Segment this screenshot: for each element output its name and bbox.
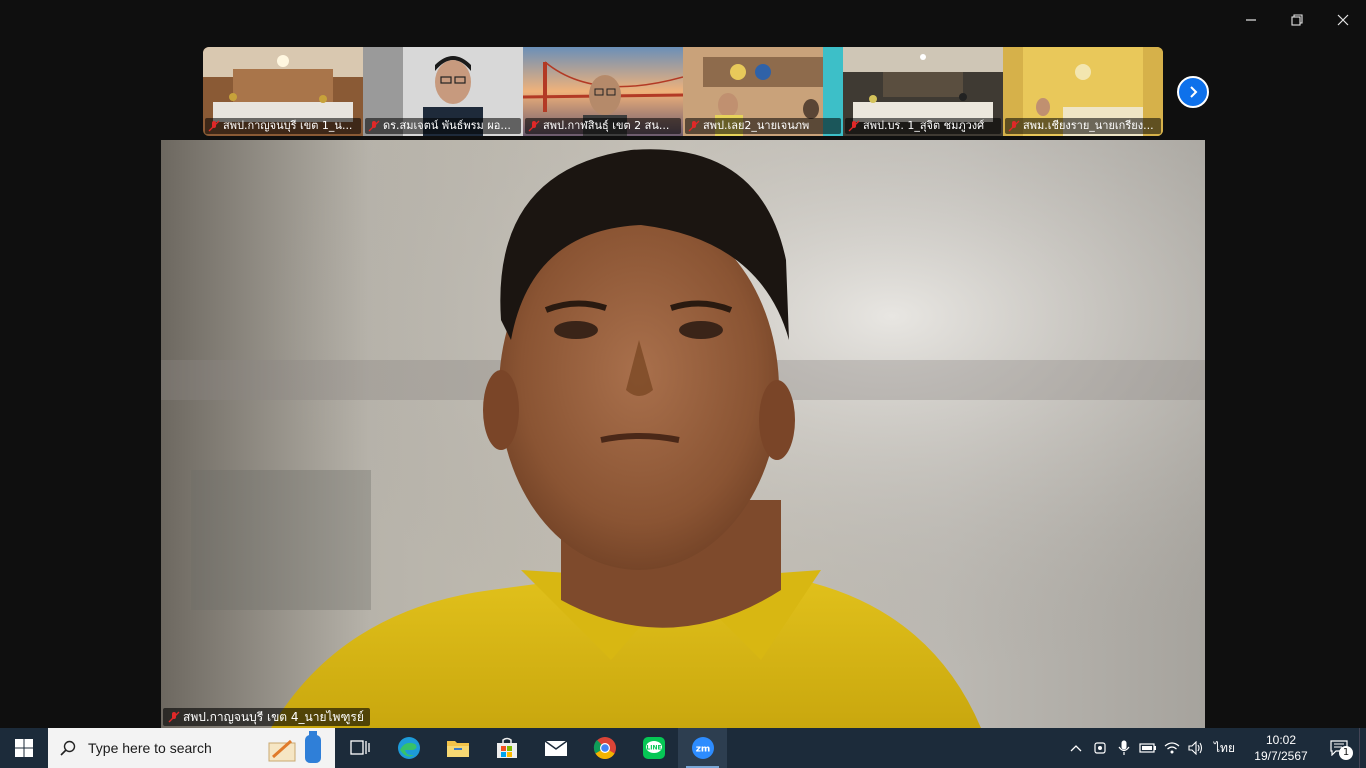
mail-button[interactable] (531, 728, 580, 768)
next-page-button[interactable] (1177, 76, 1209, 108)
speaker-name-label: สพป.กาญจนบุรี เขต 4_นายไพฑูรย์ (163, 708, 370, 726)
restore-button[interactable] (1274, 0, 1320, 40)
participant-strip: สพป.กาญจนบุรี เขต 1_น... ดร.สมเจตน์ พันธ… (203, 47, 1163, 136)
search-placeholder: Type here to search (88, 740, 212, 756)
mic-muted-icon (528, 120, 540, 132)
start-button[interactable] (0, 728, 48, 768)
mic-muted-icon (368, 120, 380, 132)
line-icon: LINE (642, 737, 665, 759)
window-controls (1228, 0, 1366, 40)
participant-name: สพม.เชียงราย_นายเกรียง... (1005, 118, 1161, 134)
participant-name: ดร.สมเจตน์ พันธ์พรม ผอ... (365, 118, 521, 134)
restore-icon (1291, 14, 1303, 26)
participant-name-text: สพป.กาฬสินธุ์ เขต 2 สน... (543, 119, 670, 132)
system-tray: ไทย 10:02 19/7/2567 1 (1064, 728, 1366, 768)
participant-name: สพป.กาฬสินธุ์ เขต 2 สน... (525, 118, 681, 134)
show-desktop-button[interactable] (1359, 728, 1366, 768)
wifi-icon (1164, 742, 1180, 754)
chevron-right-icon (1190, 86, 1198, 98)
participant-name-text: ดร.สมเจตน์ พันธ์พรม ผอ... (383, 119, 511, 132)
participant-name-text: สพม.เชียงราย_นายเกรียง... (1023, 119, 1154, 132)
battery-button[interactable] (1136, 728, 1160, 768)
participant-tile[interactable]: สพป.เลย2_นายเจนภพ (683, 47, 843, 136)
close-icon (1337, 14, 1349, 26)
participant-tile[interactable]: ดร.สมเจตน์ พันธ์พรม ผอ... (363, 47, 523, 136)
speaker-icon (1188, 741, 1203, 755)
microphone-icon (1118, 740, 1130, 755)
taskbar-search-box[interactable]: Type here to search (48, 728, 335, 768)
mic-muted-icon (168, 711, 180, 723)
participant-tile[interactable]: สพป.บร. 1_สุจิต ชมภูวงศ์ (843, 47, 1003, 136)
chrome-button[interactable] (580, 728, 629, 768)
zoom-icon: zm (691, 737, 714, 759)
participant-name: สพป.บร. 1_สุจิต ชมภูวงศ์ (845, 118, 1001, 134)
store-icon (496, 737, 517, 758)
participant-name-text: สพป.กาญจนบุรี เขต 1_น... (223, 119, 353, 132)
clock-button[interactable]: 10:02 19/7/2567 (1243, 732, 1319, 764)
meet-now-button[interactable] (1088, 728, 1112, 768)
clock-time: 10:02 (1265, 733, 1297, 747)
mail-icon (544, 740, 567, 756)
svg-text:LINE: LINE (646, 745, 661, 752)
mic-muted-icon (1008, 120, 1020, 132)
search-icon (60, 740, 76, 756)
edge-button[interactable] (384, 728, 433, 768)
store-button[interactable] (482, 728, 531, 768)
participant-name-text: สพป.เลย2_นายเจนภพ (703, 119, 810, 132)
mic-muted-icon (688, 120, 700, 132)
action-center-button[interactable]: 1 (1319, 728, 1359, 768)
chevron-up-icon (1070, 745, 1082, 752)
zoom-button[interactable]: zm (678, 728, 727, 768)
edge-icon (397, 737, 420, 759)
participant-name: สพป.เลย2_นายเจนภพ (685, 118, 841, 134)
volume-button[interactable] (1184, 728, 1208, 768)
participant-tile[interactable]: สพป.กาญจนบุรี เขต 1_น... (203, 47, 363, 136)
webcam-icon (1094, 742, 1106, 754)
participant-name-text: สพป.บร. 1_สุจิต ชมภูวงศ์ (863, 119, 985, 132)
battery-icon (1139, 743, 1157, 753)
line-button[interactable]: LINE (629, 728, 678, 768)
participant-name: สพป.กาญจนบุรี เขต 1_น... (205, 118, 361, 134)
show-hidden-icons-button[interactable] (1064, 728, 1088, 768)
task-view-button[interactable] (335, 728, 384, 768)
active-speaker-video: สพป.กาญจนบุรี เขต 4_นายไพฑูรย์ (161, 140, 1205, 728)
microphone-tray-button[interactable] (1112, 728, 1136, 768)
speaker-video-frame (161, 140, 1205, 728)
mic-muted-icon (848, 120, 860, 132)
task-view-icon (349, 740, 370, 755)
network-button[interactable] (1160, 728, 1184, 768)
minimize-icon (1246, 19, 1256, 21)
speaker-name-text: สพป.กาญจนบุรี เขต 4_นายไพฑูรย์ (183, 710, 364, 724)
close-button[interactable] (1320, 0, 1366, 40)
chrome-icon (593, 737, 616, 759)
svg-text:zm: zm (695, 745, 710, 755)
participant-tile[interactable]: สพป.กาฬสินธุ์ เขต 2 สน... (523, 47, 683, 136)
file-explorer-button[interactable] (433, 728, 482, 768)
participant-tile[interactable]: สพม.เชียงราย_นายเกรียง... (1003, 47, 1163, 136)
windows-logo-icon (15, 739, 33, 757)
pinned-apps: LINE zm (335, 728, 727, 768)
search-highlight-icon (268, 731, 321, 763)
clock-date: 19/7/2567 (1254, 749, 1308, 763)
notification-count-badge: 1 (1339, 746, 1353, 760)
input-language-button[interactable]: ไทย (1214, 739, 1235, 758)
mic-muted-icon (208, 120, 220, 132)
folder-icon (446, 741, 469, 757)
minimize-button[interactable] (1228, 0, 1274, 40)
windows-taskbar: Type here to search LINE zm ไทย 10:02 19… (0, 728, 1366, 768)
zoom-meeting-window: สพป.กาญจนบุรี เขต 1_น... ดร.สมเจตน์ พันธ… (0, 0, 1366, 728)
